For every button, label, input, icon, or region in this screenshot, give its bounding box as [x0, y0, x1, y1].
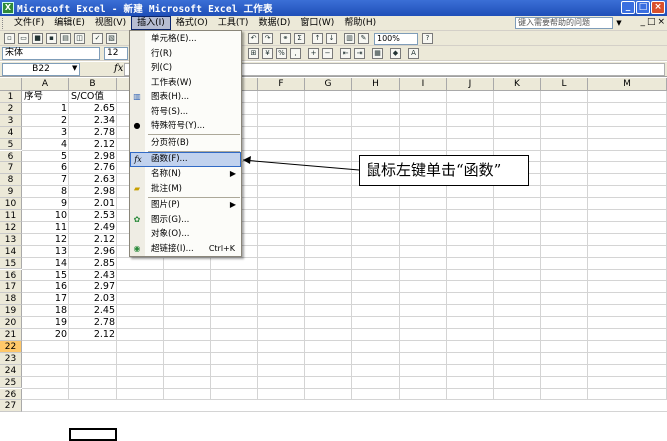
annotation-callout: 鼠标左键单击“函数” — [359, 155, 529, 186]
callout-arrow — [242, 156, 360, 171]
grid-row-line — [22, 411, 667, 413]
row-header-27[interactable]: 27 — [0, 400, 22, 413]
active-cell-b22[interactable] — [69, 428, 117, 441]
